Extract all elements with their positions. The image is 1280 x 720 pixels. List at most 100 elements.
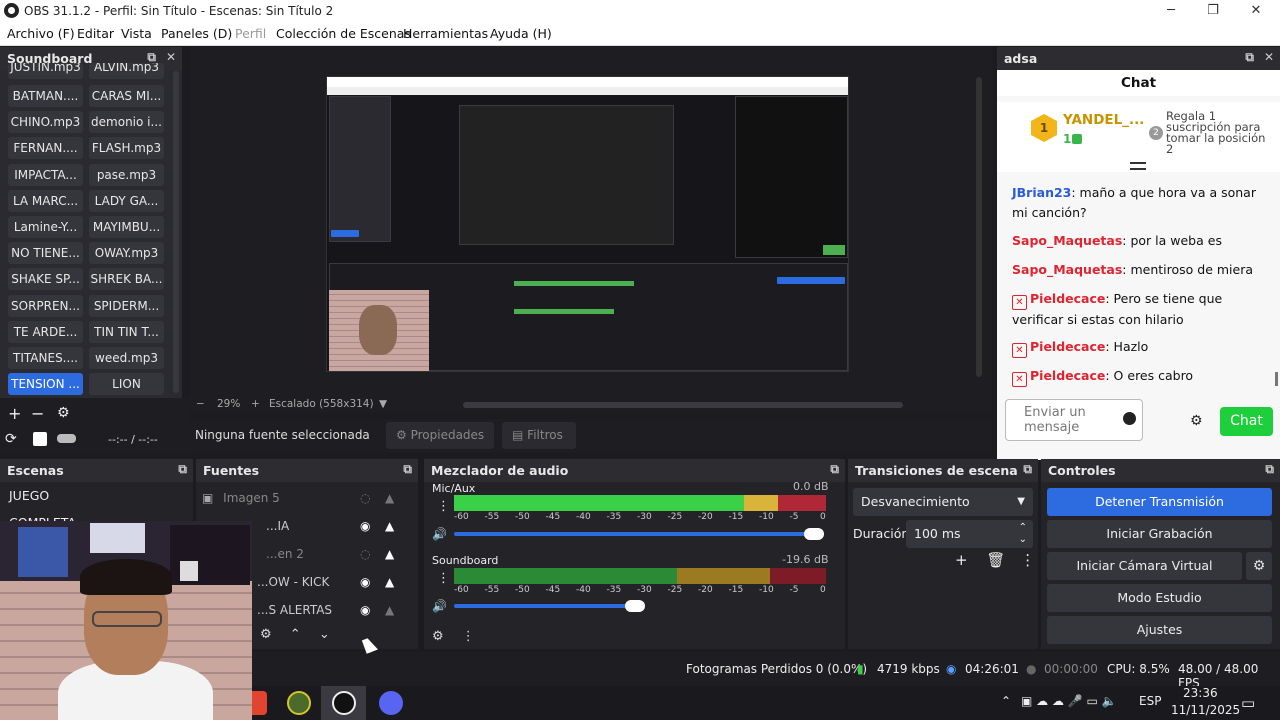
game-icon[interactable] <box>287 691 311 715</box>
filters-button[interactable]: ▤ Filtros <box>502 422 576 449</box>
chat-username[interactable]: Pieldecace <box>1030 368 1105 383</box>
chat-username[interactable]: JBrian23 <box>1012 185 1071 200</box>
close-button[interactable]: ✕ <box>1241 2 1271 20</box>
eye-icon[interactable]: ◉ <box>360 513 370 539</box>
menu-ayuda[interactable]: Ayuda (H) <box>490 26 552 41</box>
source-item[interactable]: ▣ Imagen 5 ◌ ▲ <box>202 485 402 511</box>
horizontal-scrollbar[interactable] <box>463 402 903 408</box>
lock-icon[interactable]: ▲ <box>385 569 394 595</box>
speaker-icon[interactable]: 🔊 <box>432 527 447 541</box>
soundboard-scrollbar[interactable] <box>173 71 179 393</box>
lock-icon[interactable]: ▲ <box>385 485 394 511</box>
add-sound-button[interactable]: + <box>8 404 21 423</box>
language-indicator[interactable]: ESP <box>1139 694 1161 708</box>
preview-area[interactable] <box>190 47 993 397</box>
sound-button[interactable]: CARAS MI... <box>89 85 164 107</box>
sound-button[interactable]: SHREK BA... <box>89 268 164 291</box>
sound-button[interactable]: SORPREN... <box>8 294 83 317</box>
sound-button[interactable]: pase.mp3 <box>89 163 164 186</box>
chat-username[interactable]: Pieldecace <box>1030 339 1105 354</box>
float-icon[interactable]: ⧉ <box>403 462 412 476</box>
sound-button[interactable]: SPIDERM... <box>89 294 164 317</box>
expand-icon[interactable] <box>1130 162 1146 170</box>
sound-button[interactable]: BATMAN.... <box>8 85 83 107</box>
studio-mode-button[interactable]: Modo Estudio <box>1047 584 1272 612</box>
sound-button[interactable]: TE ARDE... <box>8 320 83 343</box>
discord-icon[interactable] <box>379 691 403 715</box>
sound-button[interactable]: LADY GA... <box>89 189 164 212</box>
menu-herramientas[interactable]: Herramientas <box>403 26 488 41</box>
sound-button[interactable]: OWAY.mp3 <box>89 242 164 265</box>
loop-toggle[interactable] <box>57 434 76 443</box>
gear-icon[interactable]: ⚙ <box>432 629 444 644</box>
chat-scrollbar[interactable] <box>1275 372 1278 386</box>
sound-button[interactable]: MAYIMBU... <box>89 216 164 238</box>
clock-date[interactable]: 11/11/2025 <box>1171 703 1240 717</box>
menu-paneles[interactable]: Paneles (D) <box>161 26 232 41</box>
menu-perfil[interactable]: Perfil <box>235 26 266 41</box>
float-icon[interactable]: ⧉ <box>1265 462 1274 476</box>
sound-button[interactable]: SHAKE SP... <box>8 268 83 291</box>
sound-button[interactable]: Lamine-Y... <box>8 216 83 238</box>
clock-time[interactable]: 23:36 <box>1183 686 1218 700</box>
sound-button[interactable]: LA MARC... <box>8 189 83 212</box>
start-recording-button[interactable]: Iniciar Grabación <box>1047 520 1272 548</box>
sound-settings-button[interactable]: ⚙ <box>57 405 70 421</box>
float-icon[interactable]: ⧉ <box>1023 462 1032 476</box>
sound-button[interactable]: TENSION ... <box>8 373 83 396</box>
hidden-eye-icon[interactable]: ◌ <box>360 541 370 567</box>
sound-button[interactable]: NO TIENE... <box>8 242 83 265</box>
settings-button[interactable]: Ajustes <box>1047 616 1272 644</box>
stop-streaming-button[interactable]: Detener Transmisión <box>1047 488 1272 516</box>
chat-input[interactable]: Enviar un mensaje <box>1005 399 1143 441</box>
sound-button[interactable]: CHINO.mp3 <box>8 111 83 134</box>
menu-archivo[interactable]: Archivo (F) <box>7 26 75 41</box>
float-icon[interactable]: ⧉ <box>147 50 156 64</box>
start-virtual-camera-button[interactable]: Iniciar Cámara Virtual <box>1047 552 1242 580</box>
tray-up-icon[interactable]: ⌃ <box>1001 694 1011 708</box>
sound-button[interactable]: FERNAN.... <box>8 137 83 160</box>
volume-knob[interactable] <box>625 600 645 612</box>
close-icon[interactable]: ✕ <box>1264 50 1274 64</box>
sound-button[interactable]: LION <box>89 373 164 396</box>
virtual-camera-settings-icon[interactable]: ⚙ <box>1246 552 1272 580</box>
add-transition-button[interactable]: + <box>955 551 968 569</box>
sound-button[interactable]: weed.mp3 <box>89 347 164 369</box>
move-up-icon[interactable]: ⌃ <box>290 627 301 642</box>
menu-editar[interactable]: Editar <box>77 26 114 41</box>
notification-icon[interactable]: ▭ <box>1241 694 1255 712</box>
hidden-eye-icon[interactable]: ◌ <box>360 485 370 511</box>
maximize-button[interactable]: ❐ <box>1198 2 1228 20</box>
volume-slider[interactable] <box>454 528 824 540</box>
chat-username[interactable]: Sapo_Maquetas <box>1012 233 1122 248</box>
tray-icons[interactable]: ▣ ☁ ☁ 🎤 ▭ 🔈 <box>1021 694 1117 708</box>
menu-vista[interactable]: Vista <box>121 26 152 41</box>
preview-canvas[interactable] <box>326 76 849 372</box>
lock-icon[interactable]: ▲ <box>385 541 394 567</box>
gear-icon[interactable]: ⚙ <box>260 627 272 642</box>
chat-username[interactable]: Pieldecace <box>1030 291 1105 306</box>
stepper-down-icon[interactable]: ⌄ <box>1019 526 1027 554</box>
kebab-menu-icon[interactable]: ⋮ <box>1020 551 1035 569</box>
eye-icon[interactable]: ◉ <box>360 569 370 595</box>
obs-taskbar-active[interactable] <box>321 686 366 720</box>
close-icon[interactable]: ✕ <box>166 50 176 64</box>
sound-button[interactable]: IMPACTA... <box>8 163 83 186</box>
chat-send-button[interactable]: Chat <box>1220 407 1273 436</box>
lock-icon[interactable]: ▲ <box>385 597 394 623</box>
duration-spinbox[interactable]: 100 ms ⌃ ⌄ <box>906 520 1033 548</box>
stop-icon[interactable] <box>33 432 47 446</box>
properties-button[interactable]: ⚙ Propiedades <box>386 422 494 449</box>
zoom-in-button[interactable]: + <box>251 398 260 410</box>
sound-button[interactable]: TITANES.... <box>8 347 83 369</box>
scene-item[interactable]: JUEGO <box>9 488 49 503</box>
volume-slider[interactable] <box>454 600 645 612</box>
kebab-menu-icon[interactable]: ⋮ <box>462 629 475 644</box>
trash-icon[interactable]: 🗑 <box>986 551 1005 569</box>
eye-icon[interactable]: ◉ <box>360 597 370 623</box>
sound-button[interactable]: ALVIN.mp3 <box>89 63 164 79</box>
float-icon[interactable]: ⧉ <box>178 462 187 476</box>
chat-settings-icon[interactable]: ⚙ <box>1190 413 1203 429</box>
refresh-icon[interactable]: ⟳ <box>5 431 17 447</box>
float-icon[interactable]: ⧉ <box>830 462 839 476</box>
